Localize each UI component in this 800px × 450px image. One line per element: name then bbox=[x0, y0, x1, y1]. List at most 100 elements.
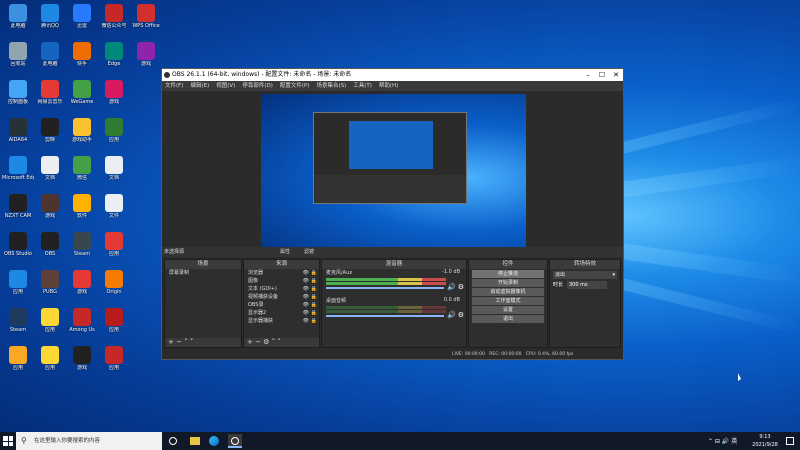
desktop-icon[interactable]: 回收站 bbox=[2, 42, 34, 67]
desktop-icon[interactable]: 应用 bbox=[98, 118, 130, 143]
desktop-icon[interactable]: 游戏 bbox=[66, 270, 98, 295]
maximize-icon[interactable]: ☐ bbox=[595, 69, 609, 81]
lock-icon[interactable]: 🔒 bbox=[311, 293, 317, 301]
start-button[interactable] bbox=[3, 436, 13, 446]
desktop-icon[interactable]: OBS Studio bbox=[2, 232, 34, 257]
desktop-icon[interactable]: 控制面板 bbox=[2, 80, 34, 105]
menu-item[interactable]: 视图(V) bbox=[216, 83, 235, 89]
duration-input[interactable]: 300 ms bbox=[567, 281, 607, 289]
desktop-icon[interactable]: 应用 bbox=[34, 308, 66, 333]
desktop-icon[interactable]: 腾讯QQ bbox=[34, 4, 66, 29]
menu-item[interactable]: 停靠部件(D) bbox=[242, 83, 273, 89]
source-item[interactable]: 显示器2 👁 🔒 bbox=[244, 309, 319, 317]
speaker-icon[interactable]: 🔊 bbox=[447, 311, 456, 319]
minimize-icon[interactable]: – bbox=[581, 69, 595, 81]
desktop-icon[interactable]: 游戏 bbox=[98, 80, 130, 105]
menu-item[interactable]: 场景集合(S) bbox=[316, 83, 346, 89]
speaker-icon[interactable]: 🔊 bbox=[447, 283, 456, 291]
desktop-icon[interactable]: 文档 bbox=[34, 156, 66, 181]
desktop-icon[interactable]: 文档 bbox=[98, 156, 130, 181]
volume-slider[interactable] bbox=[326, 287, 444, 289]
desktop-icon[interactable]: 微信公众号 bbox=[98, 4, 130, 29]
preview-area[interactable]: 未选择源 属性 滤镜 场景 屏幕录制 + − ˄ ˅ 来源 浏览器 👁 🔒 图像 👁 🔒 文… bbox=[162, 91, 623, 348]
desktop-icon[interactable]: 网易云音乐 bbox=[34, 80, 66, 105]
desktop-icon[interactable]: Origin bbox=[98, 270, 130, 295]
control-button[interactable]: 启动虚拟摄像机 bbox=[472, 288, 544, 296]
lock-icon[interactable]: 🔒 bbox=[311, 277, 317, 285]
control-button[interactable]: 退出 bbox=[472, 315, 544, 323]
desktop-icon[interactable]: 迅雷 bbox=[66, 4, 98, 29]
lock-icon[interactable]: 🔒 bbox=[311, 301, 317, 309]
source-item[interactable]: 文本 (GDI+) 👁 🔒 bbox=[244, 285, 319, 293]
menu-item[interactable]: 文件(F) bbox=[165, 83, 183, 89]
desktop-icon[interactable]: OBS bbox=[34, 232, 66, 257]
search-box[interactable]: ⚲ 在这里输入你要搜索的内容 bbox=[16, 432, 162, 450]
lock-icon[interactable]: 🔒 bbox=[311, 269, 317, 277]
desktop-icon[interactable]: AIDA64 bbox=[2, 118, 34, 143]
properties-button[interactable]: 属性 bbox=[280, 247, 290, 257]
desktop-icon[interactable]: Steam bbox=[2, 308, 34, 333]
desktop-icon[interactable]: 应用 bbox=[98, 308, 130, 333]
desktop-icon[interactable]: Edge bbox=[98, 42, 130, 67]
desktop-icon[interactable]: Steam bbox=[66, 232, 98, 257]
scene-item[interactable]: 屏幕录制 bbox=[165, 269, 241, 277]
tray-icons[interactable]: ⌃ ⊟ 🔊 英 bbox=[708, 436, 737, 445]
desktop-icon[interactable]: 微信 bbox=[66, 156, 98, 181]
menu-item[interactable]: 编辑(E) bbox=[190, 83, 209, 89]
desktop-icon[interactable]: 软件 bbox=[66, 194, 98, 219]
notification-icon[interactable] bbox=[786, 437, 794, 445]
desktop-icon[interactable]: 应用 bbox=[98, 232, 130, 257]
eye-icon[interactable]: 👁 bbox=[303, 301, 309, 309]
eye-icon[interactable]: 👁 bbox=[303, 277, 309, 285]
scenes-footer[interactable]: + − ˄ ˅ bbox=[165, 338, 241, 347]
control-button[interactable]: 开始录制 bbox=[472, 279, 544, 287]
filters-button[interactable]: 滤镜 bbox=[304, 247, 314, 257]
gear-icon[interactable]: ⚙ bbox=[458, 283, 464, 291]
control-button[interactable]: 停止推流 bbox=[472, 270, 544, 278]
task-view-icon[interactable] bbox=[169, 437, 177, 445]
obs-window[interactable]: OBS 26.1.1 (64-bit, windows) - 配置文件: 未命名… bbox=[161, 68, 624, 360]
lock-icon[interactable]: 🔒 bbox=[311, 317, 317, 325]
gear-icon[interactable]: ⚙ bbox=[458, 311, 464, 319]
volume-slider[interactable] bbox=[326, 315, 444, 317]
eye-icon[interactable]: 👁 bbox=[303, 309, 309, 317]
control-button[interactable]: 工作室模式 bbox=[472, 297, 544, 305]
source-item[interactable]: 图像 👁 🔒 bbox=[244, 277, 319, 285]
file-explorer-icon[interactable] bbox=[190, 437, 200, 445]
desktop-icon[interactable]: 游戏 bbox=[130, 42, 162, 67]
menu-item[interactable]: 配置文件(P) bbox=[280, 83, 310, 89]
source-item[interactable]: 视频捕获设备 👁 🔒 bbox=[244, 293, 319, 301]
control-button[interactable]: 设置 bbox=[472, 306, 544, 314]
desktop-icon[interactable]: 游戏 bbox=[34, 194, 66, 219]
eye-icon[interactable]: 👁 bbox=[303, 269, 309, 277]
desktop-icon[interactable]: NZXT CAM bbox=[2, 194, 34, 219]
desktop-icon[interactable]: 游戏助手 bbox=[66, 118, 98, 143]
desktop-icon[interactable]: 文件 bbox=[98, 194, 130, 219]
source-item[interactable]: OBS录 👁 🔒 bbox=[244, 301, 319, 309]
desktop-icon[interactable]: 游戏 bbox=[66, 346, 98, 371]
lock-icon[interactable]: 🔒 bbox=[311, 309, 317, 317]
source-item[interactable]: 显示器捕获 👁 🔒 bbox=[244, 317, 319, 325]
transition-select[interactable]: 淡出 ▾ bbox=[553, 271, 617, 279]
title-bar[interactable]: OBS 26.1.1 (64-bit, windows) - 配置文件: 未命名… bbox=[162, 69, 623, 81]
desktop-icon[interactable]: Among Us bbox=[66, 308, 98, 333]
close-icon[interactable]: ✕ bbox=[609, 69, 623, 81]
source-item[interactable]: 浏览器 👁 🔒 bbox=[244, 269, 319, 277]
menu-item[interactable]: 工具(T) bbox=[353, 83, 372, 89]
preview-canvas[interactable] bbox=[261, 94, 526, 247]
desktop-icon[interactable]: 此电脑 bbox=[2, 4, 34, 29]
desktop-icon[interactable]: Microsoft Edge bbox=[2, 156, 34, 181]
desktop-icon[interactable]: PUBG bbox=[34, 270, 66, 295]
lock-icon[interactable]: 🔒 bbox=[311, 285, 317, 293]
eye-icon[interactable]: 👁 bbox=[303, 293, 309, 301]
eye-icon[interactable]: 👁 bbox=[303, 317, 309, 325]
desktop-icon[interactable]: 快手 bbox=[66, 42, 98, 67]
edge-icon[interactable] bbox=[209, 436, 219, 446]
menu-item[interactable]: 帮助(H) bbox=[379, 83, 398, 89]
desktop-icon[interactable]: 此电脑 bbox=[34, 42, 66, 67]
desktop-icon[interactable]: 剪映 bbox=[34, 118, 66, 143]
obs-taskbar-icon[interactable] bbox=[228, 434, 242, 448]
clock[interactable]: 9:13 2021/9/28 bbox=[748, 433, 782, 449]
desktop-icon[interactable]: 应用 bbox=[98, 346, 130, 371]
desktop-icon[interactable]: WPS Office bbox=[130, 4, 162, 29]
